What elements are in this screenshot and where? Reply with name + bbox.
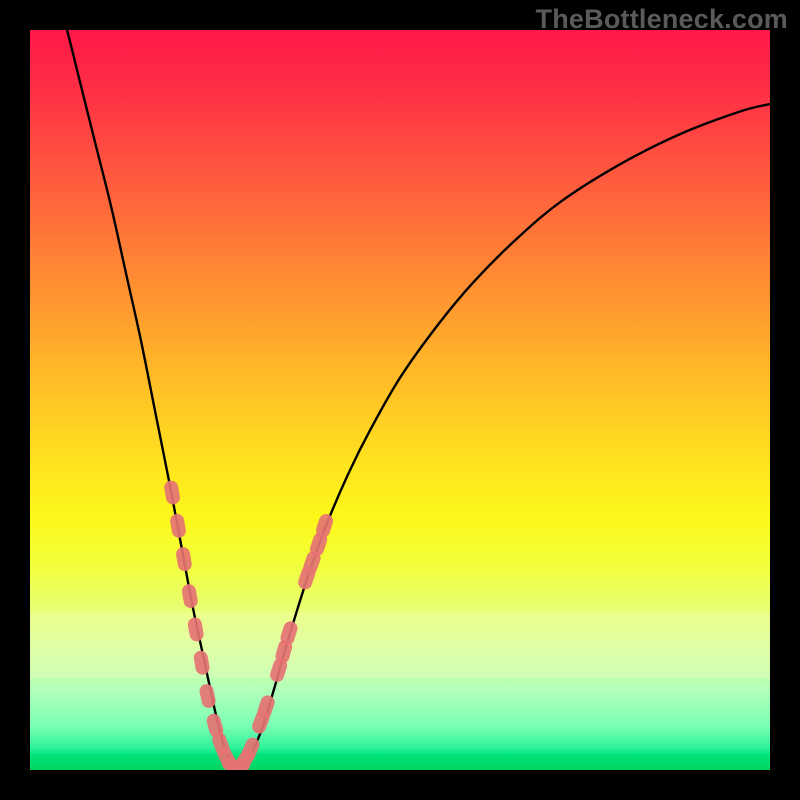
- plot-area: [30, 30, 770, 770]
- chart-svg: [30, 30, 770, 770]
- data-marker: [163, 479, 181, 505]
- chart-frame: TheBottleneck.com: [0, 0, 800, 800]
- data-marker: [187, 616, 205, 642]
- bottleneck-curve-path: [52, 30, 770, 767]
- data-marker: [193, 650, 211, 676]
- data-marker: [181, 583, 199, 609]
- data-marker: [169, 513, 187, 539]
- curve-markers: [163, 479, 335, 770]
- curve-line: [52, 30, 770, 767]
- data-marker: [175, 546, 193, 572]
